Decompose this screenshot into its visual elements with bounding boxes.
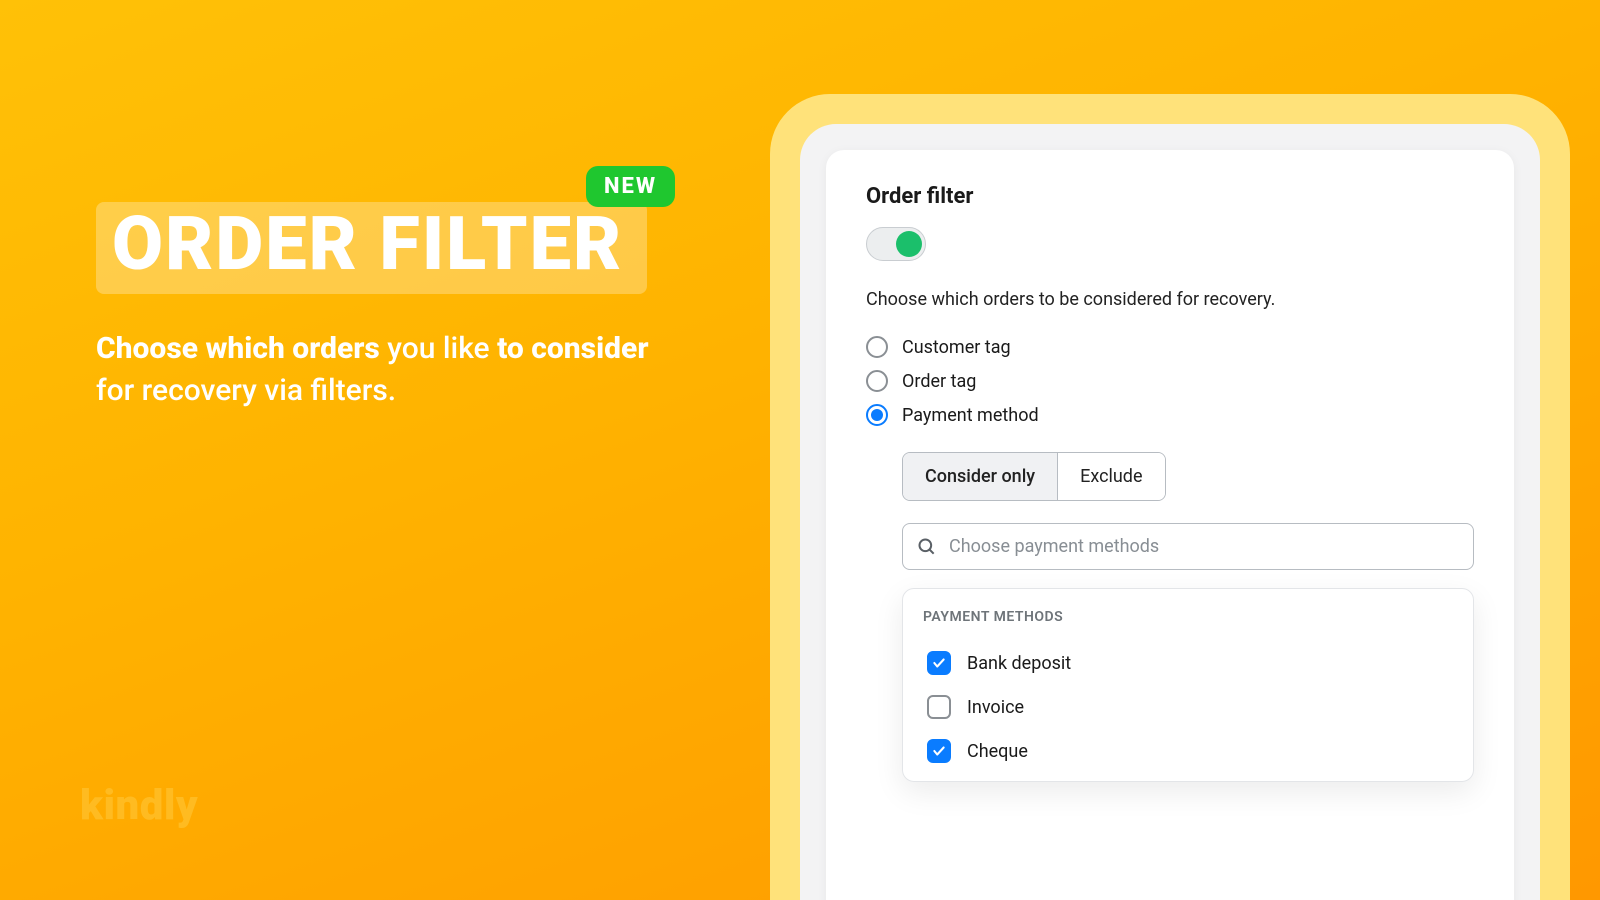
exclude-button[interactable]: Exclude: [1057, 453, 1164, 500]
option-label: Cheque: [967, 741, 1028, 762]
option-invoice[interactable]: Invoice: [923, 685, 1453, 729]
radio-icon: [866, 404, 888, 426]
checkbox-icon: [927, 695, 951, 719]
option-cheque[interactable]: Cheque: [923, 729, 1453, 773]
payment-method-input[interactable]: [949, 536, 1459, 557]
radio-icon: [866, 336, 888, 358]
promo-subtitle: Choose which orders you like to consider…: [96, 328, 656, 412]
card-heading: Order filter: [866, 184, 1474, 209]
checkbox-icon: [927, 739, 951, 763]
order-filter-card: Order filter Choose which orders to be c…: [826, 150, 1514, 900]
radio-order-tag[interactable]: Order tag: [866, 370, 1474, 392]
subtitle-bold-2: to consider: [497, 331, 648, 366]
radio-label: Order tag: [902, 371, 976, 392]
payment-method-search[interactable]: [902, 523, 1474, 570]
title-highlight: ORDER FILTER: [96, 202, 647, 294]
subtitle-bold-1: Choose which orders: [96, 331, 380, 366]
device-frame: Order filter Choose which orders to be c…: [770, 94, 1570, 900]
option-bank-deposit[interactable]: Bank deposit: [923, 641, 1453, 685]
promo-block: NEW ORDER FILTER Choose which orders you…: [96, 172, 656, 412]
new-badge: NEW: [586, 166, 675, 207]
brand-watermark: kindly: [80, 781, 198, 830]
consider-exclude-segment: Consider only Exclude: [902, 452, 1166, 501]
payment-methods-dropdown: PAYMENT METHODS Bank deposit Invoice: [902, 588, 1474, 782]
option-label: Bank deposit: [967, 653, 1071, 674]
filter-type-radiogroup: Customer tag Order tag Payment method: [866, 336, 1474, 426]
payment-method-panel: Consider only Exclude PAYMENT METHODS: [902, 452, 1474, 782]
radio-customer-tag[interactable]: Customer tag: [866, 336, 1474, 358]
toggle-knob: [896, 231, 922, 257]
device-screen: Order filter Choose which orders to be c…: [800, 124, 1540, 900]
search-icon: [917, 537, 937, 557]
dropdown-section-label: PAYMENT METHODS: [923, 609, 1453, 625]
subtitle-reg-2: for recovery via filters.: [96, 373, 396, 408]
subtitle-reg-1: you like: [380, 331, 497, 366]
promo-title: ORDER FILTER: [112, 208, 623, 282]
radio-label: Customer tag: [902, 337, 1011, 358]
card-description: Choose which orders to be considered for…: [866, 289, 1474, 310]
stage: NEW ORDER FILTER Choose which orders you…: [0, 0, 1600, 900]
radio-payment-method[interactable]: Payment method: [866, 404, 1474, 426]
checkbox-icon: [927, 651, 951, 675]
enable-toggle[interactable]: [866, 227, 926, 261]
radio-icon: [866, 370, 888, 392]
option-label: Invoice: [967, 697, 1024, 718]
radio-label: Payment method: [902, 405, 1039, 426]
consider-only-button[interactable]: Consider only: [903, 453, 1057, 500]
